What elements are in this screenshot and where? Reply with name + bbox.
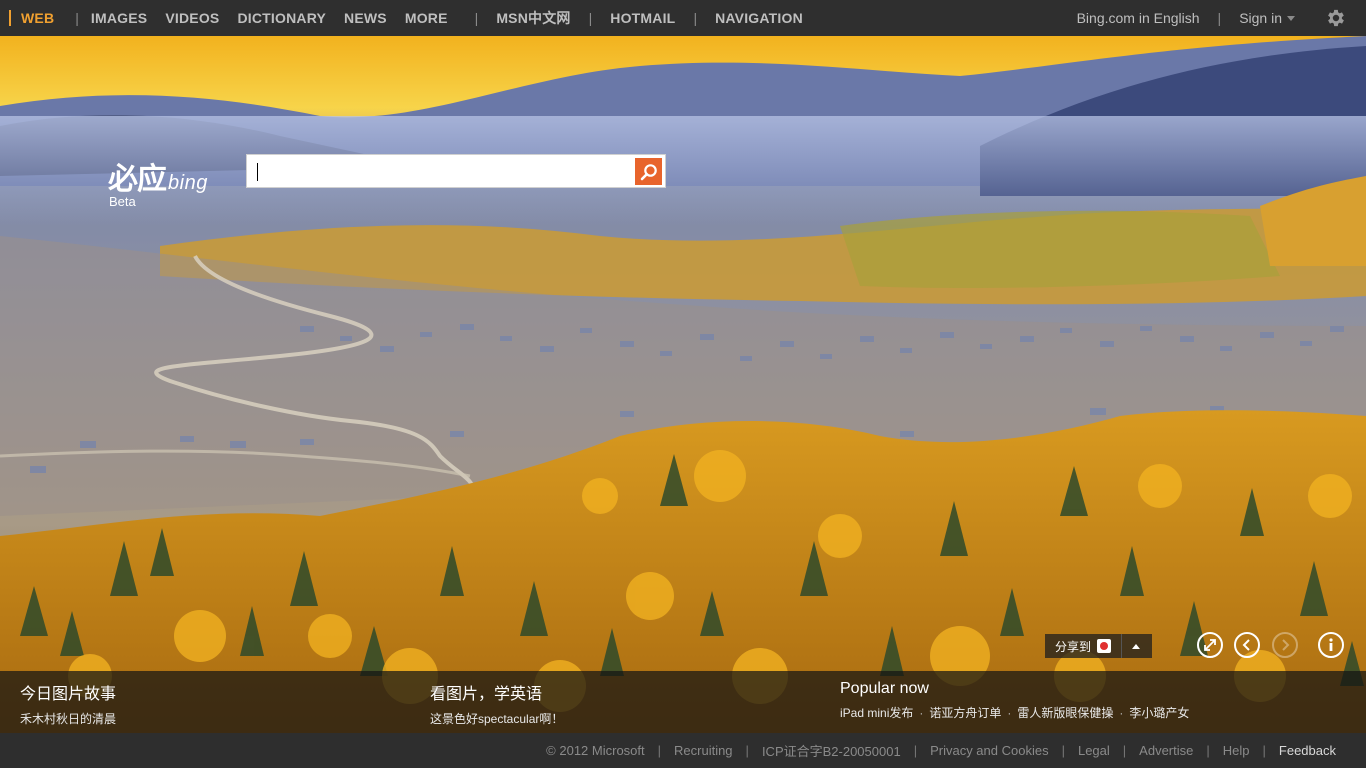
prev-image-button[interactable] xyxy=(1234,632,1260,658)
beta-label: Beta xyxy=(109,194,136,209)
help-link[interactable]: Help xyxy=(1223,743,1250,758)
expand-icon xyxy=(1204,639,1216,651)
account-nav: Bing.com in English | Sign in xyxy=(1067,0,1366,36)
icp-link[interactable]: ICP证合字B2-20050001 xyxy=(762,741,901,760)
privacy-link[interactable]: Privacy and Cookies xyxy=(930,743,1049,758)
info-button[interactable] xyxy=(1318,632,1344,658)
footer-separator: | xyxy=(1061,743,1065,758)
weibo-icon[interactable] xyxy=(1097,639,1112,653)
footer: © 2012 Microsoft | Recruiting | ICP证合字B2… xyxy=(0,733,1366,768)
legal-link[interactable]: Legal xyxy=(1078,743,1110,758)
nav-separator: | xyxy=(1217,10,1222,26)
dot-separator: · xyxy=(1007,706,1012,720)
footer-links: © 2012 Microsoft | Recruiting | ICP证合字B2… xyxy=(546,733,1336,768)
logo-bing: bing xyxy=(168,172,208,194)
search-input[interactable] xyxy=(255,159,629,185)
next-arrow-icon xyxy=(1282,639,1290,651)
nav-more[interactable]: MORE xyxy=(405,10,448,26)
nav-videos[interactable]: VIDEOS xyxy=(165,10,219,26)
footer-separator: | xyxy=(913,743,918,758)
nav-separator: | xyxy=(75,10,79,26)
logo-chinese: 必应 xyxy=(108,162,167,197)
popular-item[interactable]: 李小璐产女 xyxy=(1129,706,1189,720)
english-link[interactable]: Bing.com in English xyxy=(1077,10,1200,26)
english-caption[interactable]: 看图片，学英语 这景色好spectacular啊！ xyxy=(430,680,563,727)
popular-item[interactable]: 诺亚方舟订单 xyxy=(929,706,1001,720)
dot-separator: · xyxy=(1119,706,1124,720)
nav-news[interactable]: NEWS xyxy=(344,10,387,26)
nav-web[interactable]: WEB xyxy=(21,10,54,26)
share-label: 分享到 xyxy=(1055,639,1092,654)
landscape-image xyxy=(0,36,1366,733)
search-button[interactable] xyxy=(635,158,662,185)
popular-title: Popular now xyxy=(840,680,929,697)
top-nav-bar: WEB | IMAGES VIDEOS DICTIONARY NEWS MORE… xyxy=(0,0,1366,36)
text-cursor xyxy=(257,163,258,181)
recruiting-link[interactable]: Recruiting xyxy=(674,743,733,758)
feedback-link[interactable]: Feedback xyxy=(1279,743,1336,758)
popular-now: Popular now iPad mini发布 · 诺亚方舟订单 · 雷人新版眼保健操 ·… xyxy=(840,680,1189,721)
signin-label: Sign in xyxy=(1239,10,1282,26)
copyright: © 2012 Microsoft xyxy=(546,743,645,758)
footer-separator: | xyxy=(1122,743,1127,758)
popular-item[interactable]: 雷人新版眼保健操 xyxy=(1017,706,1113,720)
primary-nav: WEB | IMAGES VIDEOS DICTIONARY NEWS MORE… xyxy=(0,0,803,36)
story-subtitle: 禾木村秋日的清晨 xyxy=(20,712,117,726)
gear-icon[interactable] xyxy=(1325,7,1347,29)
bing-logo[interactable]: 必应 bing Beta xyxy=(108,154,208,209)
share-divider xyxy=(1121,634,1123,658)
background-photo xyxy=(0,36,1366,733)
nav-hotmail[interactable]: HOTMAIL xyxy=(610,10,675,26)
active-indicator xyxy=(9,10,21,26)
prev-arrow-icon xyxy=(1242,639,1250,651)
footer-separator: | xyxy=(657,743,662,758)
popular-list: iPad mini发布 · 诺亚方舟订单 · 雷人新版眼保健操 · 李小璐产女 xyxy=(840,704,1189,721)
caption-strip: 今日图片故事 禾木村秋日的清晨 看图片，学英语 这景色好spectacular啊… xyxy=(0,671,1366,733)
footer-separator: | xyxy=(745,743,749,758)
info-icon xyxy=(1329,638,1333,651)
nav-images[interactable]: IMAGES xyxy=(91,10,147,26)
advertise-link[interactable]: Advertise xyxy=(1139,743,1193,758)
search-icon xyxy=(640,163,657,180)
english-subtitle: 这景色好spectacular啊！ xyxy=(430,712,564,726)
story-title: 今日图片故事 xyxy=(20,686,117,703)
search-box xyxy=(246,154,666,188)
expand-button[interactable] xyxy=(1197,632,1223,658)
nav-dictionary[interactable]: DICTIONARY xyxy=(237,10,326,26)
nav-separator: | xyxy=(693,10,698,26)
dot-separator: · xyxy=(919,706,924,720)
popular-item[interactable]: iPad mini发布 xyxy=(840,706,913,720)
chevron-down-icon xyxy=(1287,16,1295,21)
story-caption[interactable]: 今日图片故事 禾木村秋日的清晨 xyxy=(20,680,116,727)
signin-link[interactable]: Sign in xyxy=(1239,10,1295,26)
nav-separator: | xyxy=(474,10,479,26)
next-image-button[interactable] xyxy=(1272,632,1298,658)
nav-navigation[interactable]: NAVIGATION xyxy=(715,10,803,26)
english-title: 看图片，学英语 xyxy=(430,686,543,703)
nav-separator: | xyxy=(588,10,593,26)
footer-separator: | xyxy=(1206,743,1210,758)
share-menu[interactable]: 分享到 xyxy=(1045,634,1152,658)
nav-msn[interactable]: MSN中文网 xyxy=(496,8,570,28)
footer-separator: | xyxy=(1262,743,1266,758)
chevron-up-icon[interactable] xyxy=(1132,643,1141,649)
